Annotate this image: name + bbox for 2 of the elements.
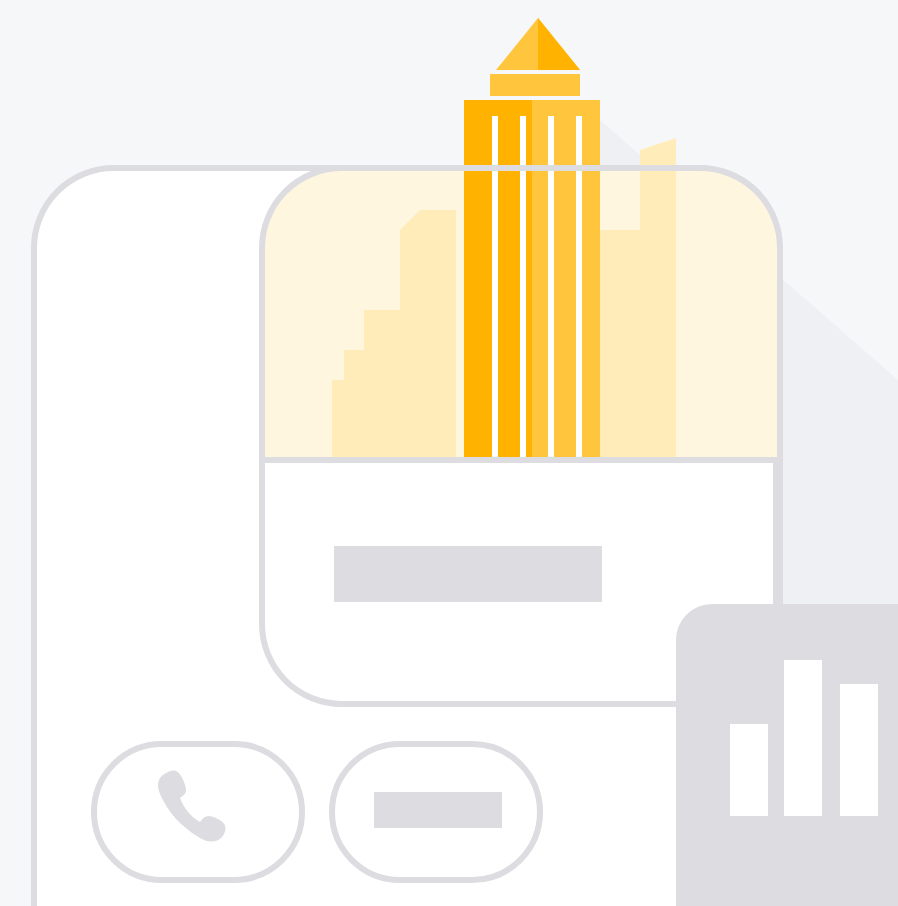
placeholder-bar	[374, 792, 502, 828]
phone-icon	[158, 770, 226, 842]
